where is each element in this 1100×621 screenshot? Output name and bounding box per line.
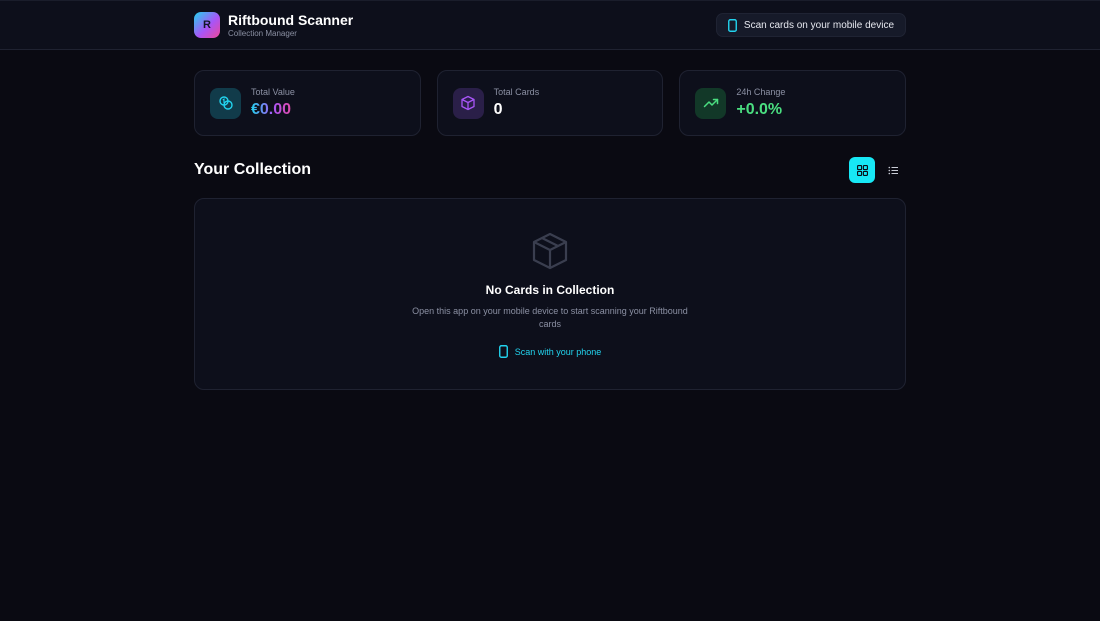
list-view-button[interactable]	[880, 157, 906, 183]
cube-icon	[461, 95, 475, 111]
app-header: R Riftbound Scanner Collection Manager S…	[0, 0, 1100, 50]
coins-icon	[218, 96, 233, 110]
scan-with-phone-label: Scan with your phone	[514, 346, 602, 357]
brand[interactable]: R Riftbound Scanner Collection Manager	[194, 12, 353, 39]
stat-card-total-value: Total Value €0.00	[194, 70, 421, 136]
list-icon	[888, 166, 898, 174]
stat-icon-wrap	[695, 87, 727, 119]
scan-mobile-button[interactable]: Scan cards on your mobile device	[715, 13, 906, 37]
app-subtitle: Collection Manager	[228, 28, 297, 38]
stat-value: 0	[493, 100, 503, 118]
brand-text: Riftbound Scanner Collection Manager	[228, 12, 353, 39]
trending-up-icon	[703, 98, 719, 108]
empty-state-title: No Cards in Collection	[485, 283, 615, 297]
stat-text: 24h Change +0.0%	[736, 87, 785, 120]
stat-card-24h-change: 24h Change +0.0%	[679, 70, 907, 136]
stat-icon-wrap	[210, 87, 241, 119]
stat-text: Total Cards 0	[494, 87, 540, 120]
scan-mobile-label: Scan cards on your mobile device	[743, 19, 894, 31]
app-logo: R	[194, 12, 220, 38]
empty-collection-panel: No Cards in Collection Open this app on …	[194, 198, 906, 390]
grid-view-button[interactable]	[849, 157, 875, 183]
app-title: Riftbound Scanner	[228, 11, 354, 28]
stat-text: Total Value €0.00	[251, 87, 295, 120]
stat-label: Total Value	[251, 86, 295, 97]
stat-value: €0.00	[251, 100, 295, 120]
collection-header: Your Collection	[194, 157, 906, 183]
view-toggle-group	[849, 157, 906, 183]
stat-label: Total Cards	[493, 86, 540, 97]
package-icon	[532, 232, 568, 270]
stats-row: Total Value €0.00 Total Cards 0 24h Chan…	[194, 70, 907, 136]
smartphone-icon	[498, 345, 508, 358]
empty-state-description: Open this app on your mobile device to s…	[412, 306, 688, 329]
scan-with-phone-link[interactable]: Scan with your phone	[498, 345, 602, 358]
grid-icon	[856, 164, 868, 176]
collection-title: Your Collection	[194, 161, 312, 178]
stat-label: 24h Change	[736, 86, 786, 97]
stat-icon-wrap	[452, 87, 484, 119]
stat-card-total-cards: Total Cards 0	[436, 70, 664, 136]
smartphone-icon	[727, 18, 737, 32]
stat-value: +0.0%	[736, 100, 783, 118]
header-inner: R Riftbound Scanner Collection Manager S…	[194, 1, 906, 49]
